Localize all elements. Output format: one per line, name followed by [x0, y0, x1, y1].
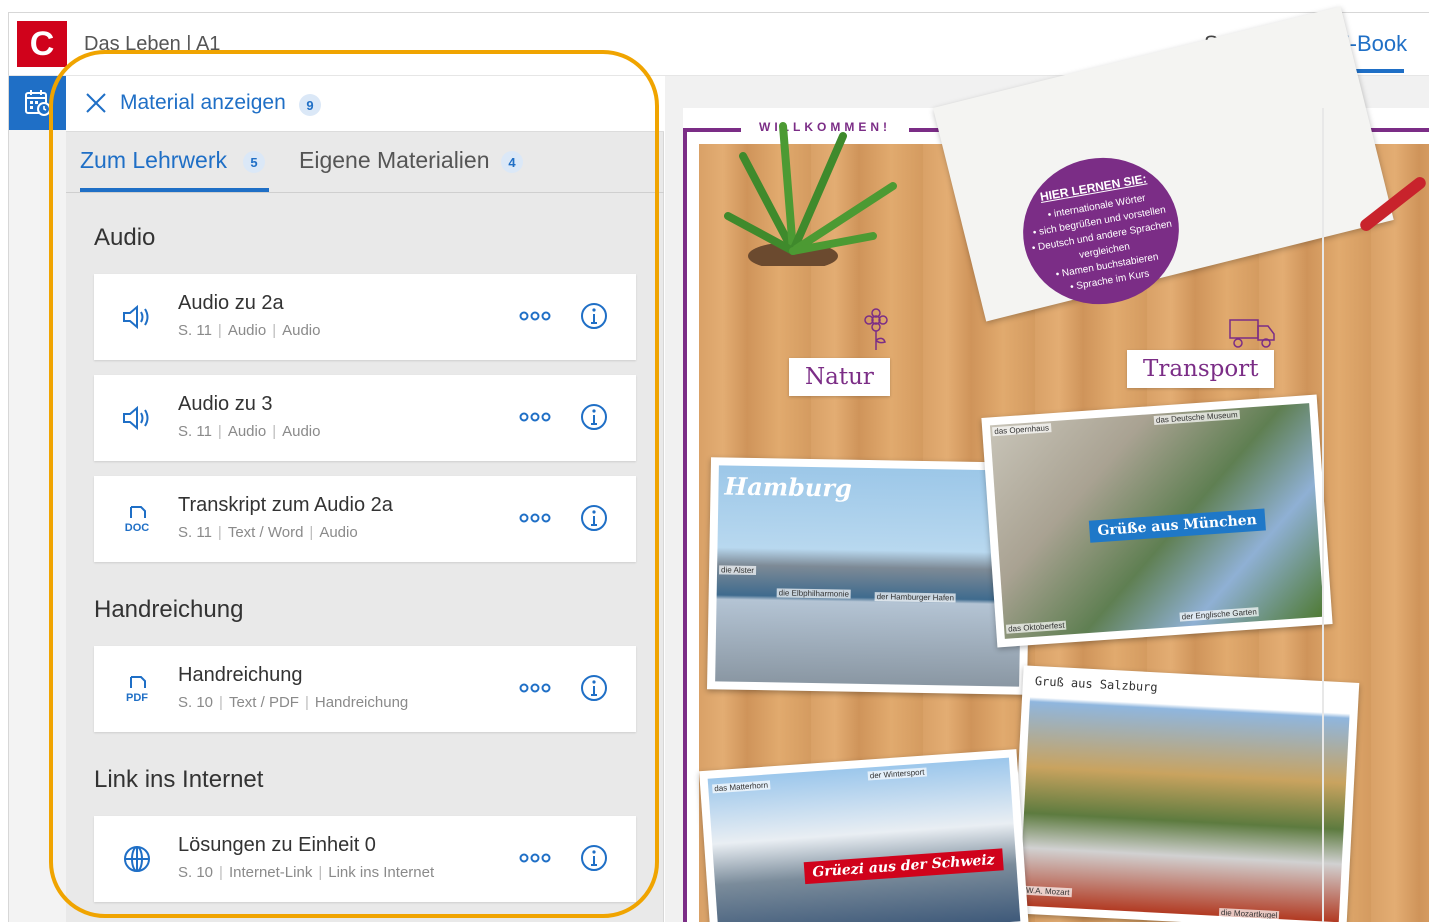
panel-tabs: Zum Lehrwerk 5 Eigene Materialien 4 — [66, 133, 664, 193]
material-title[interactable]: Audio zu 3 — [178, 393, 273, 416]
info-icon[interactable] — [580, 504, 608, 532]
section-title-audio: Audio — [94, 224, 156, 251]
material-title[interactable]: Audio zu 2a — [178, 292, 284, 315]
material-page: S. 11 — [178, 524, 212, 541]
postcard-tag: das Oktoberfest — [1005, 620, 1067, 634]
label-transport: Transport — [1127, 350, 1275, 388]
doc-file-icon-text: DOC — [125, 522, 150, 534]
material-category: Handreichung — [314, 694, 409, 711]
ebook-viewer[interactable]: WILLKOMMEN! HIER LERNEN SIE: • internati… — [665, 6, 1429, 922]
postcard-schweiz: das Matterhorn der Wintersport Grüezi au… — [699, 749, 1029, 922]
plant-image — [724, 122, 897, 266]
tab-eigene-materialien-badge: 4 — [501, 151, 523, 173]
postcard-tag: die Mozartkugel — [1218, 907, 1280, 921]
postcard-tag: W.A. Mozart — [1023, 885, 1072, 898]
material-panel: Material anzeigen 9 Zum Lehrwerk 5 Eigen… — [66, 76, 664, 922]
tab-eigene-materialien[interactable]: Eigene Materialien — [299, 147, 490, 174]
material-card[interactable]: DOC Transkript zum Audio 2a S. 11 | Text /… — [94, 476, 636, 562]
globe-icon — [124, 846, 150, 872]
label-natur: Natur — [789, 358, 890, 396]
material-meta: S. 11 | Audio | Audio — [178, 423, 321, 440]
pdf-file-icon-text: PDF — [126, 692, 148, 704]
postcard-tag: der Englische Garten — [1179, 607, 1260, 622]
postcard-tag: das Matterhorn — [712, 780, 771, 794]
tab-zum-lehrwerk[interactable]: Zum Lehrwerk — [80, 147, 227, 174]
doc-file-icon: DOC — [125, 506, 150, 534]
material-category: Link ins Internet — [328, 864, 435, 881]
postcard-tag: das Opernhaus — [992, 423, 1052, 437]
page-border-left — [683, 128, 687, 922]
material-category: Audio — [282, 322, 321, 339]
more-options-icon[interactable] — [518, 409, 552, 425]
more-options-icon[interactable] — [518, 850, 552, 866]
ebook-page[interactable]: WILLKOMMEN! HIER LERNEN SIE: • internati… — [683, 6, 1429, 922]
material-card[interactable]: Audio zu 3 S. 11 | Audio | Audio — [94, 375, 636, 461]
more-options-icon[interactable] — [518, 510, 552, 526]
material-type: Text / Word — [227, 524, 304, 541]
app-title: Das Leben | A1 — [84, 33, 221, 55]
postcard-schweiz-caption: Grüezi aus der Schweiz — [803, 848, 1004, 885]
material-meta: S. 11 | Audio | Audio — [178, 322, 321, 339]
material-page: S. 11 — [178, 322, 212, 339]
section-title-link-ins-internet: Link ins Internet — [94, 766, 264, 793]
postcard-salzburg: Gruß aus Salzburg W.A. Mozart die Mozart… — [1010, 665, 1360, 922]
section-title-handreichung: Handreichung — [94, 596, 244, 623]
close-icon[interactable] — [84, 91, 108, 115]
material-card[interactable]: Audio zu 2a S. 11 | Audio | Audio — [94, 274, 636, 360]
material-category: Audio — [282, 423, 321, 440]
speaker-icon — [123, 405, 149, 431]
postcard-tag: der Hamburger Hafen — [874, 592, 957, 603]
left-rail — [8, 76, 67, 922]
more-options-icon[interactable] — [518, 680, 552, 696]
postcard-tag: die Elbphilharmonie — [776, 588, 852, 599]
material-meta: S. 10 | Internet-Link | Link ins Internet — [178, 864, 435, 881]
truck-icon — [1229, 319, 1275, 348]
info-icon[interactable] — [580, 403, 608, 431]
pdf-file-icon: PDF — [126, 676, 148, 704]
flower-icon — [864, 308, 888, 350]
panel-title[interactable]: Material anzeigen — [120, 91, 286, 115]
postcard-tag: das Deutsche Museum — [1153, 409, 1240, 425]
material-toggle-button[interactable] — [9, 76, 67, 130]
panel-header: Material anzeigen 9 — [66, 76, 664, 132]
calendar-clock-icon — [25, 90, 51, 116]
material-page: S. 10 — [178, 864, 214, 881]
page-fold — [1322, 108, 1324, 922]
material-type: Audio — [227, 322, 267, 339]
postcard-hamburg: Hamburg die Alster die Elbphilharmonie d… — [706, 457, 1032, 695]
speaker-icon — [123, 304, 149, 330]
material-page: S. 11 — [178, 423, 212, 440]
material-type: Text / PDF — [228, 694, 299, 711]
tab-zum-lehrwerk-badge: 5 — [243, 151, 265, 173]
info-icon[interactable] — [580, 674, 608, 702]
material-type: Audio — [227, 423, 267, 440]
material-meta: S. 10 | Text / PDF | Handreichung — [178, 694, 409, 711]
material-title[interactable]: Handreichung — [178, 664, 303, 687]
postcard-muenchen-caption: Grüße aus München — [1088, 508, 1266, 543]
cornelsen-logo[interactable]: C — [17, 21, 67, 67]
postcard-tag: die Alster — [719, 565, 757, 576]
material-type: Internet-Link — [228, 864, 313, 881]
material-title[interactable]: Transkript zum Audio 2a — [178, 494, 393, 517]
material-title[interactable]: Lösungen zu Einheit 0 — [178, 834, 376, 857]
material-category: Audio — [319, 524, 358, 541]
material-card[interactable]: PDF Handreichung S. 10 | Text / PDF | Handre… — [94, 646, 636, 732]
info-icon[interactable] — [580, 844, 608, 872]
material-count-badge: 9 — [299, 94, 321, 116]
postcard-tag: der Wintersport — [867, 767, 927, 781]
material-meta: S. 11 | Text / Word | Audio — [178, 524, 358, 541]
postcard-muenchen: das Opernhaus das Deutsche Museum Grüße … — [981, 394, 1333, 648]
postcard-hamburg-caption: Hamburg — [724, 471, 853, 503]
postcard-salzburg-caption: Gruß aus Salzburg — [1034, 673, 1158, 695]
more-options-icon[interactable] — [518, 308, 552, 324]
material-page: S. 10 — [178, 694, 214, 711]
material-card[interactable]: Lösungen zu Einheit 0 S. 10 | Internet-Lin… — [94, 816, 636, 902]
info-icon[interactable] — [580, 302, 608, 330]
tab-active-indicator — [80, 188, 269, 192]
